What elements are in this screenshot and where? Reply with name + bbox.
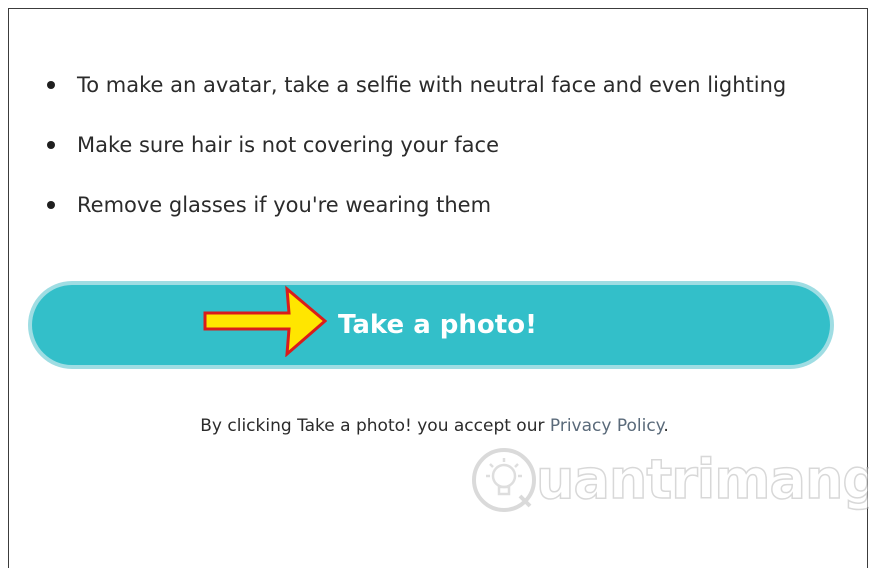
watermark: uantrimang <box>470 444 869 524</box>
lightbulb-logo-icon <box>472 448 536 512</box>
bullet-icon <box>47 81 55 89</box>
take-photo-button-label: Take a photo! <box>338 310 537 340</box>
tip-item: To make an avatar, take a selfie with ne… <box>40 70 786 130</box>
take-photo-button-outline: Take a photo! <box>28 281 834 369</box>
consent-text: By clicking Take a photo! you accept our… <box>0 414 869 438</box>
bullet-icon <box>47 141 55 149</box>
tip-item: Remove glasses if you're wearing them <box>40 190 786 250</box>
consent-prefix: By clicking Take a photo! you accept our <box>200 416 550 436</box>
tip-text: Remove glasses if you're wearing them <box>77 193 492 217</box>
tip-text: Make sure hair is not covering your face <box>77 133 499 157</box>
consent-suffix: . <box>663 416 669 436</box>
tips-list: To make an avatar, take a selfie with ne… <box>40 70 786 250</box>
arrow-right-icon <box>203 285 327 357</box>
tip-item: Make sure hair is not covering your face <box>40 130 786 190</box>
bullet-icon <box>47 201 55 209</box>
take-photo-button[interactable]: Take a photo! <box>32 285 830 365</box>
watermark-text: uantrimang <box>535 447 869 512</box>
privacy-policy-link[interactable]: Privacy Policy <box>550 416 663 436</box>
tip-text: To make an avatar, take a selfie with ne… <box>77 73 787 97</box>
